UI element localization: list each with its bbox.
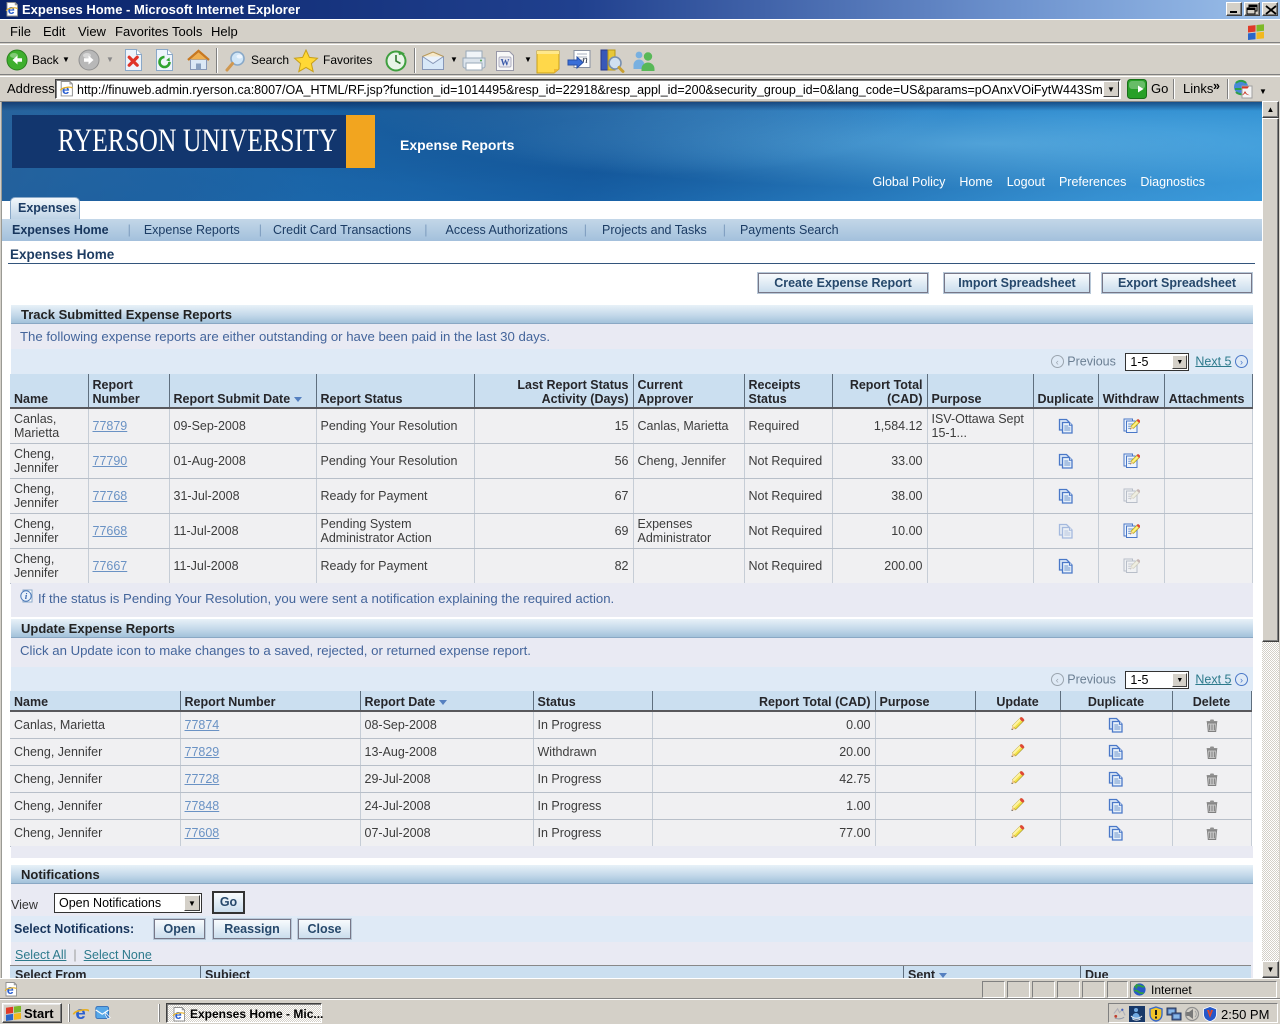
svg-text:n: n [582, 54, 588, 66]
svg-text:W: W [501, 58, 510, 68]
